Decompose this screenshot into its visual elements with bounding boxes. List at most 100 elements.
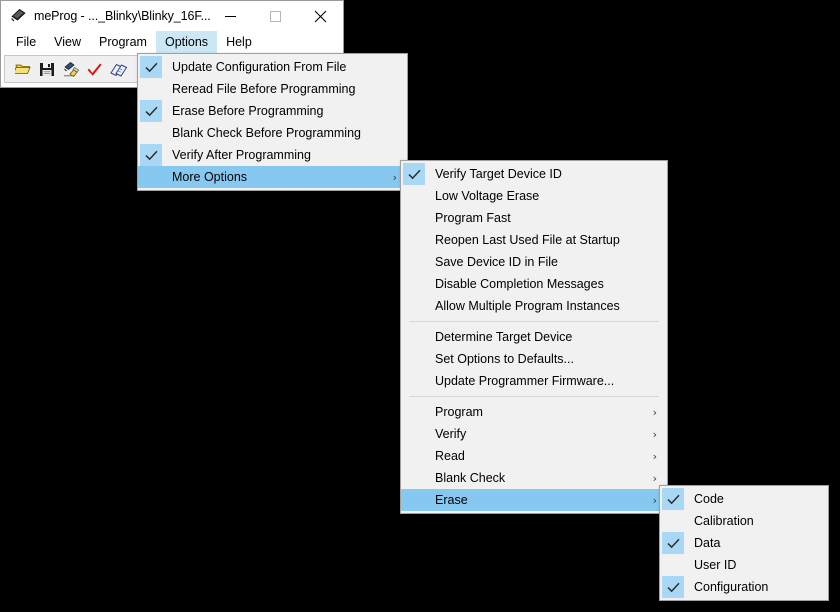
check-indicator — [403, 445, 425, 467]
menu-item-update-configuration-from-file[interactable]: Update Configuration From File — [138, 56, 407, 78]
menu-item-label: Low Voltage Erase — [435, 189, 540, 203]
menu-item-label: Program Fast — [435, 211, 511, 225]
check-icon — [144, 106, 158, 116]
menu-item-program[interactable]: Program › — [401, 401, 667, 423]
options-menu: Update Configuration From File Reread Fi… — [137, 53, 408, 191]
menu-item-program-fast[interactable]: Program Fast — [401, 207, 667, 229]
menu-item-determine-target-device[interactable]: Determine Target Device — [401, 326, 667, 348]
menu-item-label: Save Device ID in File — [435, 255, 558, 269]
check-icon — [144, 62, 158, 72]
check-icon — [666, 538, 680, 548]
verify-button[interactable] — [84, 58, 106, 80]
check-indicator — [662, 532, 684, 554]
menu-bar: File View Program Options Help — [1, 31, 343, 53]
menu-item-verify-target-device-id[interactable]: Verify Target Device ID — [401, 163, 667, 185]
menu-item-read[interactable]: Read › — [401, 445, 667, 467]
menu-item-label: Verify After Programming — [172, 148, 311, 162]
menubar-label: View — [54, 35, 82, 49]
menubar-label: Options — [164, 35, 209, 49]
open-file-button[interactable] — [12, 58, 34, 80]
menubar-item-help[interactable]: Help — [217, 31, 261, 53]
menu-item-erase-calibration[interactable]: Calibration — [660, 510, 828, 532]
check-indicator — [403, 207, 425, 229]
menu-item-label: Calibration — [694, 514, 754, 528]
check-indicator — [662, 488, 684, 510]
menubar-item-options[interactable]: Options — [155, 31, 218, 53]
chip-icon — [9, 7, 27, 25]
check-indicator — [140, 122, 162, 144]
program-device-button[interactable] — [60, 58, 82, 80]
menu-item-label: Data — [694, 536, 721, 550]
close-button[interactable] — [298, 1, 343, 31]
chevron-right-icon: › — [652, 427, 657, 441]
menu-item-erase[interactable]: Erase › — [401, 489, 667, 511]
menubar-item-view[interactable]: View — [45, 31, 90, 53]
check-icon — [666, 582, 680, 592]
check-indicator — [403, 295, 425, 317]
check-indicator — [403, 326, 425, 348]
menu-item-label: Configuration — [694, 580, 769, 594]
check-indicator — [403, 185, 425, 207]
menu-item-label: Determine Target Device — [435, 330, 573, 344]
check-indicator — [403, 370, 425, 392]
check-indicator — [403, 273, 425, 295]
menu-item-label: Erase — [435, 493, 468, 507]
caption-button-group — [208, 1, 343, 31]
menu-item-reopen-last-used-file-at-startup[interactable]: Reopen Last Used File at Startup — [401, 229, 667, 251]
menu-item-set-options-to-defaults[interactable]: Set Options to Defaults... — [401, 348, 667, 370]
menu-item-erase-before-programming[interactable]: Erase Before Programming — [138, 100, 407, 122]
maximize-icon — [270, 10, 281, 22]
menu-item-blank-check-before-programming[interactable]: Blank Check Before Programming — [138, 122, 407, 144]
check-indicator — [403, 163, 425, 185]
menu-item-reread-file-before-programming[interactable]: Reread File Before Programming — [138, 78, 407, 100]
check-icon — [407, 169, 421, 179]
check-indicator — [662, 510, 684, 532]
menu-item-label: Erase Before Programming — [172, 104, 324, 118]
menubar-item-file[interactable]: File — [7, 31, 45, 53]
check-indicator — [403, 251, 425, 273]
check-indicator — [662, 576, 684, 598]
check-indicator — [140, 78, 162, 100]
save-file-button[interactable] — [36, 58, 58, 80]
menu-separator — [409, 321, 659, 322]
menu-item-erase-data[interactable]: Data — [660, 532, 828, 554]
menu-item-verify-after-programming[interactable]: Verify After Programming — [138, 144, 407, 166]
check-indicator — [403, 467, 425, 489]
menu-item-erase-configuration[interactable]: Configuration — [660, 576, 828, 598]
menu-item-label: Allow Multiple Program Instances — [435, 299, 620, 313]
chevron-right-icon: › — [392, 170, 397, 184]
menubar-item-program[interactable]: Program — [90, 31, 156, 53]
check-indicator — [140, 100, 162, 122]
menu-item-save-device-id-in-file[interactable]: Save Device ID in File — [401, 251, 667, 273]
minimize-button[interactable] — [208, 1, 253, 31]
menu-item-label: Update Configuration From File — [172, 60, 347, 74]
menu-item-disable-completion-messages[interactable]: Disable Completion Messages — [401, 273, 667, 295]
chevron-right-icon: › — [652, 471, 657, 485]
menu-item-blank-check[interactable]: Blank Check › — [401, 467, 667, 489]
check-indicator — [403, 423, 425, 445]
menu-item-label: Read — [435, 449, 465, 463]
menu-item-erase-user-id[interactable]: User ID — [660, 554, 828, 576]
minimize-icon — [225, 15, 236, 17]
menu-item-update-programmer-firmware[interactable]: Update Programmer Firmware... — [401, 370, 667, 392]
chevron-right-icon: › — [652, 493, 657, 507]
read-device-button[interactable] — [108, 58, 130, 80]
menu-item-label: Program — [435, 405, 483, 419]
menu-separator — [409, 396, 659, 397]
check-icon — [666, 494, 680, 504]
menubar-label: File — [16, 35, 37, 49]
menubar-label: Program — [99, 35, 147, 49]
maximize-button[interactable] — [253, 1, 298, 31]
menu-item-more-options[interactable]: More Options › — [138, 166, 407, 188]
menu-item-label: Verify Target Device ID — [435, 167, 562, 181]
menu-item-verify[interactable]: Verify › — [401, 423, 667, 445]
menu-item-erase-code[interactable]: Code — [660, 488, 828, 510]
menu-item-label: Blank Check Before Programming — [172, 126, 361, 140]
open-file-icon — [14, 64, 31, 74]
check-icon — [144, 150, 158, 160]
menu-item-allow-multiple-program-instances[interactable]: Allow Multiple Program Instances — [401, 295, 667, 317]
menu-item-low-voltage-erase[interactable]: Low Voltage Erase — [401, 185, 667, 207]
menu-item-label: Set Options to Defaults... — [435, 352, 574, 366]
save-file-icon — [40, 63, 54, 76]
title-bar[interactable]: meProg - ..._Blinky\Blinky_16F... — [1, 1, 343, 31]
